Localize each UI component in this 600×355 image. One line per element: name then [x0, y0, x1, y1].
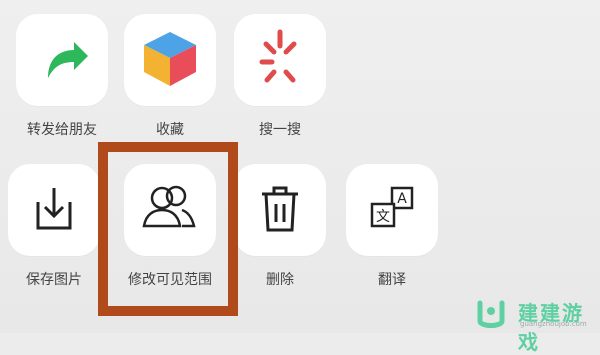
visibility-users-icon — [142, 185, 196, 228]
svg-text:A: A — [397, 191, 407, 207]
favorite-label: 收藏 — [156, 122, 184, 138]
save-image-label: 保存图片 — [26, 272, 82, 288]
watermark-domain: guangzhoujob.com — [520, 320, 587, 328]
translate-icon: A 文 — [370, 186, 414, 228]
forward-to-friend-button[interactable] — [16, 14, 108, 106]
watermark-logo-icon — [477, 300, 505, 328]
svg-text:文: 文 — [376, 209, 390, 225]
search-label: 搜一搜 — [259, 122, 301, 138]
delete-label: 删除 — [266, 272, 294, 288]
search-button[interactable] — [234, 14, 326, 106]
forward-arrow-icon — [48, 42, 88, 78]
change-visibility-label: 修改可见范围 — [128, 272, 212, 288]
favorite-button[interactable] — [124, 14, 216, 106]
watermark: 建建游戏 guangzhoujob.com — [470, 295, 600, 354]
translate-label: 翻译 — [378, 272, 406, 288]
save-image-button[interactable] — [8, 164, 100, 256]
share-action-sheet: 转发给朋友 收藏 搜一搜 保存图片 修改可见范围 删除 A 文 翻译 建建游戏 … — [0, 0, 600, 354]
save-download-icon — [36, 188, 72, 230]
favorite-cube-icon — [144, 32, 196, 86]
change-visibility-button[interactable] — [124, 164, 216, 256]
forward-to-friend-label: 转发给朋友 — [27, 122, 97, 138]
translate-button[interactable]: A 文 — [346, 164, 438, 256]
delete-button[interactable] — [234, 164, 326, 256]
search-sparkle-icon — [259, 29, 297, 83]
trash-icon — [262, 186, 298, 232]
